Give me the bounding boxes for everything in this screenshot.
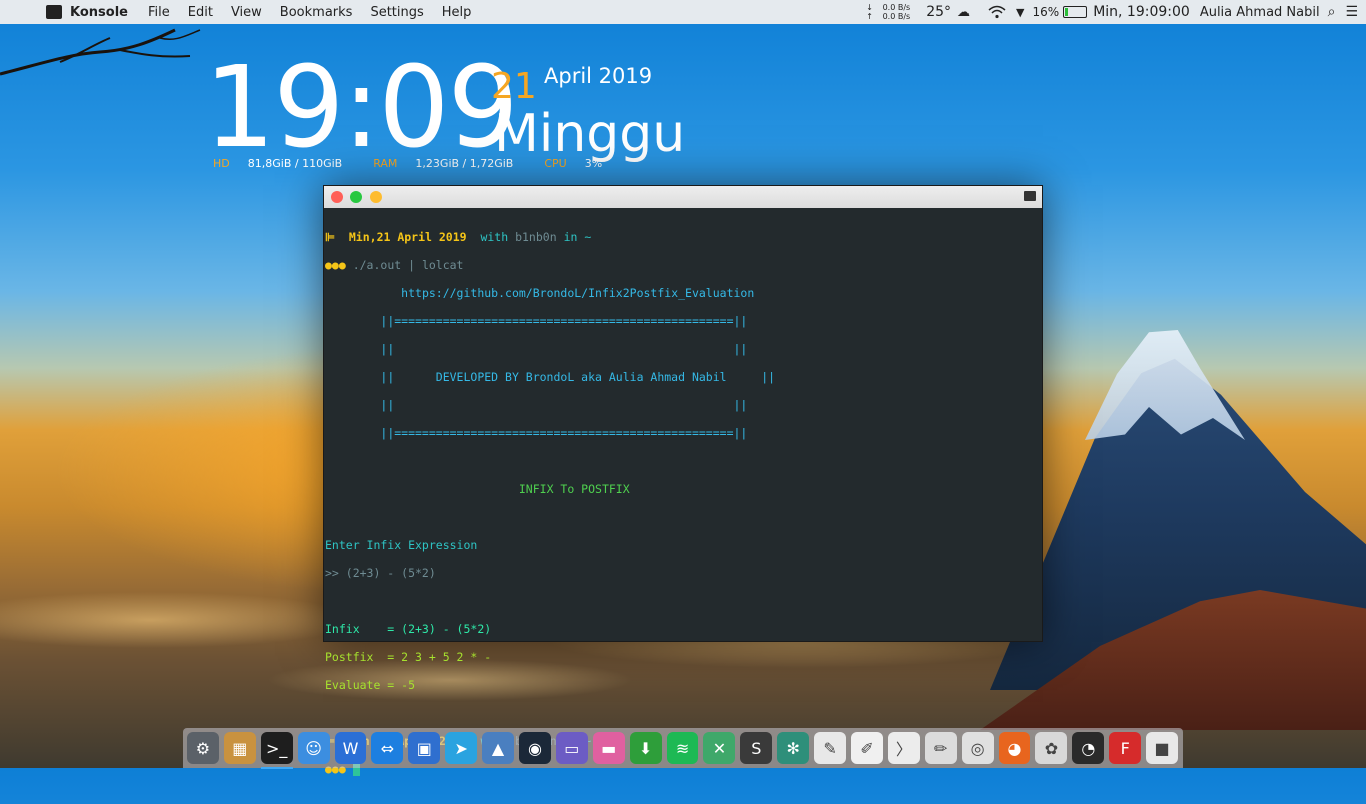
menu-bookmarks[interactable]: Bookmarks (280, 5, 353, 20)
command-line: ●●● ./a.out | lolcat (325, 258, 1042, 272)
menu-help[interactable]: Help (442, 5, 472, 20)
search-icon[interactable]: ⌕ (1328, 4, 1336, 20)
user-name[interactable]: Aulia Ahmad Nabil (1200, 5, 1320, 20)
input-line: >> (2+3) - (5*2) (325, 566, 436, 580)
menu-edit[interactable]: Edit (188, 5, 213, 20)
prompt-in: in ~ (563, 230, 592, 244)
hd-label: HD (213, 157, 230, 170)
terminal-icon[interactable]: >_ (260, 732, 293, 769)
repo-url: https://github.com/BrondoL/Infix2Postfix… (401, 286, 755, 300)
menubar-clock[interactable]: Min, 19:09:00 (1093, 4, 1190, 20)
konsole-window[interactable]: ⊫ Min,21 April 2019 with b1nb0n in ~ ●●●… (323, 185, 1043, 776)
banner-empty-1: || || (380, 342, 748, 356)
steam-icon[interactable]: ◉ (519, 732, 551, 764)
plant-icon[interactable]: ✻ (777, 732, 810, 764)
konsole-app-icon (46, 5, 62, 19)
menu-view[interactable]: View (231, 5, 262, 20)
maximize-button[interactable] (350, 191, 362, 203)
hd-value: 81,8GiB / 110GiB (247, 157, 343, 170)
down-arrow-icon: ↓ (866, 3, 873, 12)
widget-day: 21 (491, 66, 537, 107)
evaluate-line: Evaluate = -5 (325, 678, 416, 692)
up-arrow-icon: ↑ (866, 12, 873, 21)
banner-developed: || DEVELOPED BY BrondoL aka Aulia Ahmad … (380, 370, 776, 384)
spotify-icon[interactable]: ≋ (666, 732, 699, 764)
wifi-icon[interactable] (988, 5, 1006, 19)
download-icon[interactable]: ⬇ (629, 732, 662, 764)
package-icon[interactable]: ▦ (223, 732, 256, 764)
image-viewer-icon[interactable]: ▲ (482, 732, 515, 764)
sublime-icon[interactable]: S (740, 732, 773, 764)
menu-file[interactable]: File (148, 5, 170, 20)
widget-stats: HD 81,8GiB / 110GiB RAM 1,23GiB / 1,72Gi… (213, 157, 633, 170)
widget-weekday: Minggu (494, 104, 686, 164)
tools-icon[interactable]: ✕ (703, 732, 736, 764)
battery-icon[interactable] (1063, 6, 1088, 18)
notification-menu-icon[interactable]: ☰ (1345, 4, 1358, 20)
net-up: 0.0 B/s (882, 12, 911, 21)
banner-bottom: ||======================================… (380, 426, 748, 440)
cpu-value: 3% (584, 157, 603, 170)
app-name[interactable]: Konsole (70, 5, 128, 20)
editor-icon[interactable]: ✐ (851, 732, 883, 764)
gameboy-icon[interactable]: ▭ (555, 732, 588, 764)
chrome-icon[interactable]: ◎ (961, 732, 994, 764)
network-speed[interactable]: ↓ 0.0 B/s ↑ 0.0 B/s (866, 3, 910, 21)
banner-empty-2: || || (380, 398, 748, 412)
cpu-label: CPU (544, 157, 567, 170)
menu-settings[interactable]: Settings (370, 5, 423, 20)
word-icon[interactable]: W (334, 732, 367, 764)
battery-fill (1065, 8, 1069, 16)
window-titlebar[interactable] (324, 186, 1042, 208)
draw-icon[interactable]: ✏ (924, 732, 957, 764)
feather-icon[interactable]: 〉 (887, 732, 920, 764)
ram-value: 1,23GiB / 1,72GiB (415, 157, 514, 170)
photos-icon[interactable]: ✿ (1035, 732, 1068, 764)
dashboard-icon[interactable]: ◔ (1072, 732, 1105, 764)
prompt-with: with (480, 230, 509, 244)
enter-label-line: Enter Infix Expression (325, 538, 478, 552)
telegram-icon[interactable]: ➤ (445, 732, 478, 764)
dock: ⚙ ▦ >_ ☺ W ⇔ ▣ ➤ ▲ ◉ ▭ ▬ ⬇ ≋ ✕ S ✻ ✎ ✐ 〉 ✏ ◎ ◕ ✿ ◔ F ■ (183, 728, 1183, 769)
infix-line: Infix = (2+3) - (5*2) (325, 622, 492, 636)
widget-month-year: April 2019 (544, 64, 653, 88)
net-down: 0.0 B/s (882, 3, 911, 12)
prompt-arrow-icon: ⊫ (325, 230, 349, 244)
finder-icon[interactable]: ☺ (297, 732, 330, 764)
status-tray: ↓ 0.0 B/s ↑ 0.0 B/s 25° ☁ ▼ 16% Min, 19:09… (866, 0, 1366, 24)
battery-percent: 16% (1032, 5, 1060, 19)
teamviewer-icon[interactable]: ⇔ (371, 732, 404, 764)
heading: INFIX To POSTFIX (518, 482, 630, 496)
postfix-line: Postfix = 2 3 + 5 2 * - (325, 650, 492, 664)
flash-icon[interactable]: F (1109, 732, 1142, 764)
minimize-button[interactable] (370, 191, 382, 203)
close-button[interactable] (331, 191, 343, 203)
firefox-icon[interactable]: ◕ (998, 732, 1031, 764)
prompt-line: ⊫ Min,21 April 2019 with b1nb0n in ~ (325, 230, 1042, 244)
top-menu-bar: Konsole File Edit View Bookmarks Setting… (0, 0, 1366, 24)
terminal-output[interactable]: ⊫ Min,21 April 2019 with b1nb0n in ~ ●●●… (324, 208, 1042, 804)
ram-label: RAM (373, 157, 398, 170)
prompt-dots-icon: ●●● (325, 258, 353, 272)
command-text: ./a.out | lolcat (352, 258, 464, 272)
recorder-icon[interactable]: ■ (1146, 732, 1179, 764)
folder-pink-icon[interactable]: ▬ (592, 732, 625, 764)
heading-line: INFIX To POSTFIX (325, 482, 1042, 496)
weather-cloud-icon[interactable]: ☁ (957, 5, 970, 20)
terminal-menu-icon[interactable] (1024, 191, 1036, 201)
url-line: https://github.com/BrondoL/Infix2Postfix… (325, 286, 1042, 300)
system-settings-icon[interactable]: ⚙ (187, 732, 219, 764)
notes-icon[interactable]: ✎ (814, 732, 847, 764)
prompt-user: b1nb0n (515, 230, 557, 244)
widget-time: 19:09 (204, 43, 519, 173)
chevron-down-icon[interactable]: ▼ (1016, 6, 1024, 19)
temperature[interactable]: 25° (926, 4, 951, 20)
app-store-icon[interactable]: ▣ (408, 732, 441, 764)
banner-top: ||======================================… (380, 314, 748, 328)
prompt-date: Min,21 April 2019 (348, 230, 467, 244)
